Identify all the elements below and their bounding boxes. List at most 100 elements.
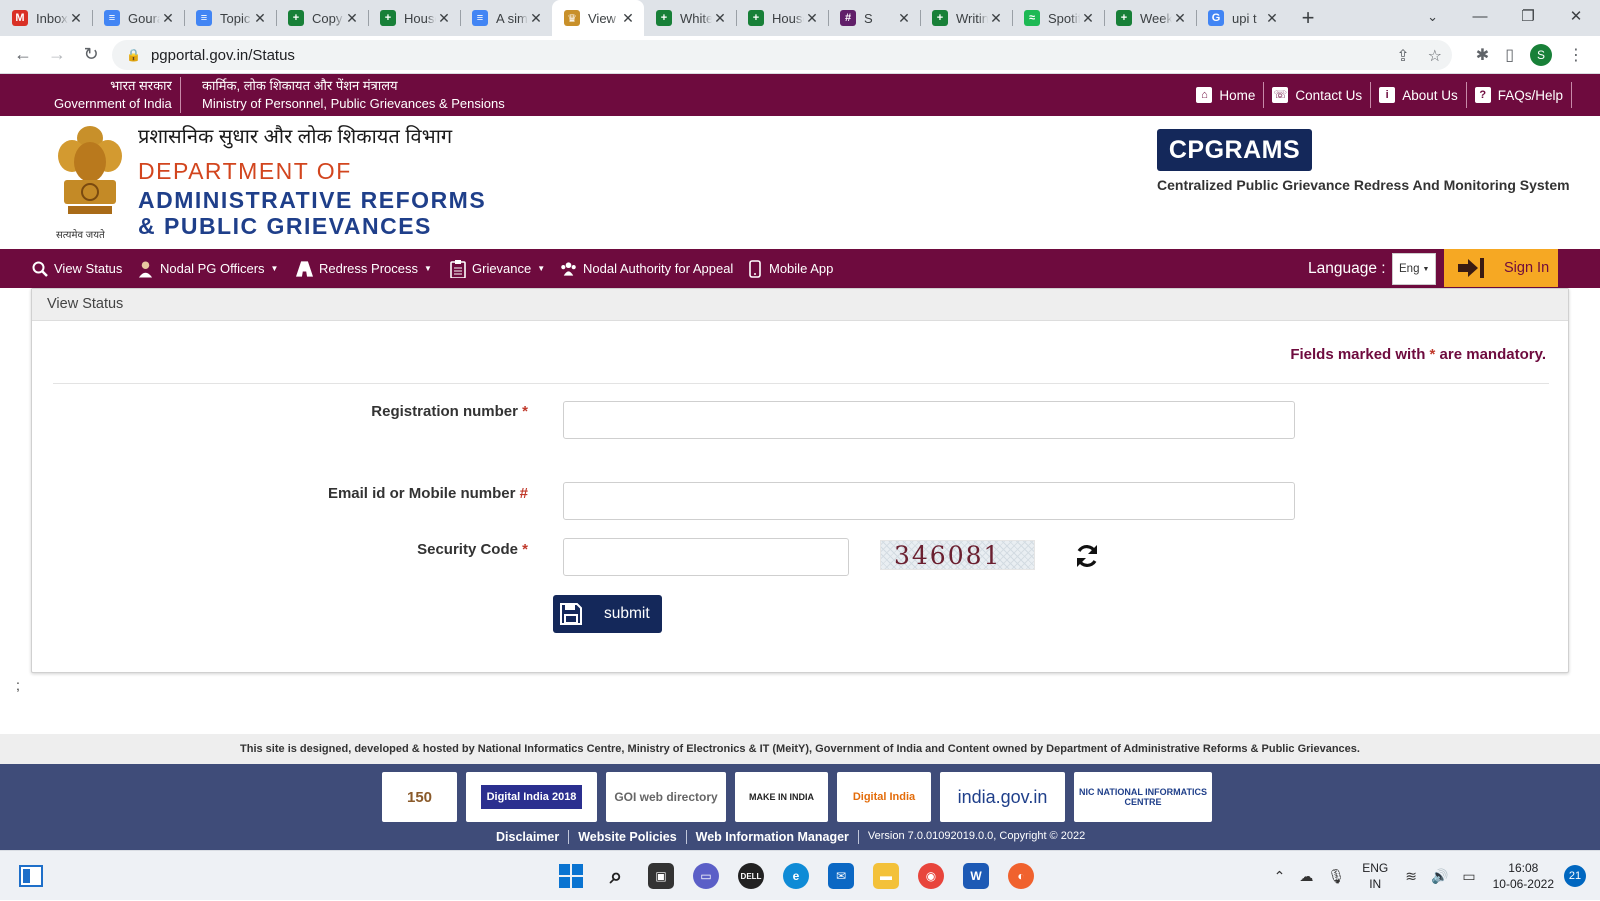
forward-icon[interactable]: →	[40, 44, 74, 65]
browser-tab[interactable]: ≈ Spotify✕	[1012, 0, 1104, 36]
firefox-icon[interactable]: ◐	[1008, 863, 1034, 889]
faqs-help-link[interactable]: ? FAQs/Help	[1467, 82, 1572, 108]
new-tab-button[interactable]: +	[1288, 5, 1328, 31]
edge-icon[interactable]: e	[783, 863, 809, 889]
browser-tab[interactable]: + White ✕	[644, 0, 736, 36]
browser-tab[interactable]: ♛ View ✕	[552, 0, 644, 36]
volume-icon[interactable]: 🔊	[1431, 868, 1448, 885]
nav-grievance[interactable]: Grievance ▼	[449, 249, 545, 288]
chat-icon[interactable]: ▭	[693, 863, 719, 889]
150-years-logo[interactable]: 150	[382, 772, 457, 822]
goi-web-directory-logo[interactable]: GOI web directory	[606, 772, 726, 822]
browser-tab[interactable]: # S ✕	[828, 0, 920, 36]
chrome-icon[interactable]: ◉	[918, 863, 944, 889]
notification-badge[interactable]: 21	[1564, 865, 1586, 887]
close-icon[interactable]: ✕	[1080, 10, 1096, 27]
browser-tab[interactable]: + House✕	[368, 0, 460, 36]
browser-tab[interactable]: ≡ Gourav✕	[92, 0, 184, 36]
browser-tab[interactable]: ≡ A simple✕	[460, 0, 552, 36]
make-in-india-text: MAKE IN INDIA	[749, 792, 814, 802]
task-view-icon[interactable]: ▣	[648, 863, 674, 889]
close-icon[interactable]: ✕	[988, 10, 1004, 27]
file-explorer-icon[interactable]: ▬	[873, 863, 899, 889]
windows-taskbar: ⌕ ▣ ▭ DELL e ✉ ▬ ◉ W ◐ ⌃ ☁ 🎙 ENG IN ≋ 🔊 …	[0, 850, 1600, 900]
language-select[interactable]: Eng ▼	[1392, 253, 1436, 285]
taskbar-search-icon[interactable]: ⌕	[603, 863, 629, 889]
url-bar[interactable]: 🔒 pgportal.gov.in/Status ⇪ ☆	[112, 40, 1452, 70]
close-icon[interactable]: ✕	[344, 10, 360, 27]
browser-tab[interactable]: M Inbox ✕	[0, 0, 92, 36]
windows-start-icon[interactable]	[558, 863, 584, 889]
menu-kebab-icon[interactable]: ⋮	[1568, 45, 1584, 65]
battery-icon[interactable]: ▭	[1462, 868, 1475, 885]
close-icon[interactable]: ✕	[252, 10, 268, 27]
browser-tab[interactable]: + House✕	[736, 0, 828, 36]
home-link[interactable]: ⌂ Home	[1188, 82, 1265, 108]
close-icon[interactable]: ✕	[68, 10, 84, 27]
word-icon[interactable]: W	[963, 863, 989, 889]
submit-button[interactable]: submit	[553, 595, 662, 633]
contact-us-link[interactable]: ☏ Contact Us	[1264, 82, 1372, 108]
disclaimer-link[interactable]: Disclaimer	[496, 830, 570, 844]
side-panel-icon[interactable]: ▯	[1505, 45, 1514, 65]
gov-strip: भारत सरकार Government of India कार्मिक, …	[0, 74, 1600, 116]
browser-tab[interactable]: ≡ Topic ✕	[184, 0, 276, 36]
nav-view-status[interactable]: View Status	[31, 249, 122, 288]
nav-mobile-app[interactable]: Mobile App	[746, 249, 833, 288]
cpgrams-logo[interactable]: CPGRAMS	[1157, 129, 1312, 171]
chevron-up-icon[interactable]: ⌃	[1274, 868, 1286, 885]
website-policies-link[interactable]: Website Policies	[569, 830, 687, 844]
input-language[interactable]: ENG IN	[1362, 860, 1388, 892]
widgets-icon[interactable]	[18, 863, 44, 889]
close-icon[interactable]: ✕	[804, 10, 820, 27]
browser-tab[interactable]: + Copy ✕	[276, 0, 368, 36]
close-icon[interactable]: ✕	[620, 10, 636, 27]
close-icon[interactable]: ✕	[160, 10, 176, 27]
nav-redress-process[interactable]: Redress Process ▼	[296, 249, 432, 288]
registration-number-input[interactable]	[563, 401, 1295, 439]
close-icon[interactable]: ✕	[1264, 10, 1280, 27]
share-icon[interactable]: ⇪	[1396, 46, 1409, 66]
browser-tab[interactable]: + Writing✕	[920, 0, 1012, 36]
back-icon[interactable]: ←	[6, 44, 40, 65]
reload-icon[interactable]: ↻	[74, 44, 108, 65]
web-information-manager-link[interactable]: Web Information Manager	[687, 830, 859, 844]
clock[interactable]: 16:08 10-06-2022	[1493, 860, 1554, 892]
close-icon[interactable]: ✕	[896, 10, 912, 27]
india-gov-logo[interactable]: india.gov.in	[940, 772, 1065, 822]
nav-nodal-pg-officers[interactable]: Nodal PG Officers ▼	[137, 249, 278, 288]
docs-icon: ≡	[472, 10, 488, 26]
digital-india-logo[interactable]: Digital India	[837, 772, 931, 822]
nic-logo[interactable]: NIC NATIONAL INFORMATICS CENTRE	[1074, 772, 1212, 822]
tab-search-icon[interactable]: ⌄	[1427, 0, 1438, 34]
digital-india-2018-logo[interactable]: Digital India 2018	[466, 772, 597, 822]
restore-icon[interactable]: ❐	[1504, 0, 1552, 36]
make-in-india-logo[interactable]: MAKE IN INDIA	[735, 772, 828, 822]
wifi-icon[interactable]: ≋	[1405, 868, 1417, 885]
close-window-icon[interactable]: ✕	[1552, 0, 1600, 36]
refresh-captcha-icon[interactable]	[1073, 542, 1101, 570]
docs-icon: ≡	[196, 10, 212, 26]
mail-icon[interactable]: ✉	[828, 863, 854, 889]
profile-avatar[interactable]: S	[1530, 44, 1552, 66]
minimize-icon[interactable]: —	[1456, 0, 1504, 36]
nav-nodal-authority-appeal[interactable]: Nodal Authority for Appeal	[560, 249, 733, 288]
about-us-link[interactable]: i About Us	[1371, 82, 1467, 108]
onedrive-icon[interactable]: ☁	[1299, 868, 1313, 885]
required-marker: *	[522, 541, 528, 558]
email-mobile-input[interactable]	[563, 482, 1295, 520]
browser-tab[interactable]: Gupi t ✕	[1196, 0, 1288, 36]
close-icon[interactable]: ✕	[528, 10, 544, 27]
home-link-label: Home	[1219, 87, 1256, 103]
microphone-icon[interactable]: 🎙	[1327, 868, 1345, 885]
close-icon[interactable]: ✕	[1172, 10, 1188, 27]
browser-tab[interactable]: + Week ✕	[1104, 0, 1196, 36]
sign-in-button[interactable]: Sign In	[1444, 249, 1558, 287]
bookmark-star-icon[interactable]: ☆	[1428, 46, 1442, 66]
extensions-icon[interactable]: ✱	[1476, 45, 1489, 65]
lock-icon[interactable]: 🔒	[126, 48, 141, 62]
security-code-input[interactable]	[563, 538, 849, 576]
dell-icon[interactable]: DELL	[738, 863, 764, 889]
close-icon[interactable]: ✕	[436, 10, 452, 27]
close-icon[interactable]: ✕	[712, 10, 728, 27]
